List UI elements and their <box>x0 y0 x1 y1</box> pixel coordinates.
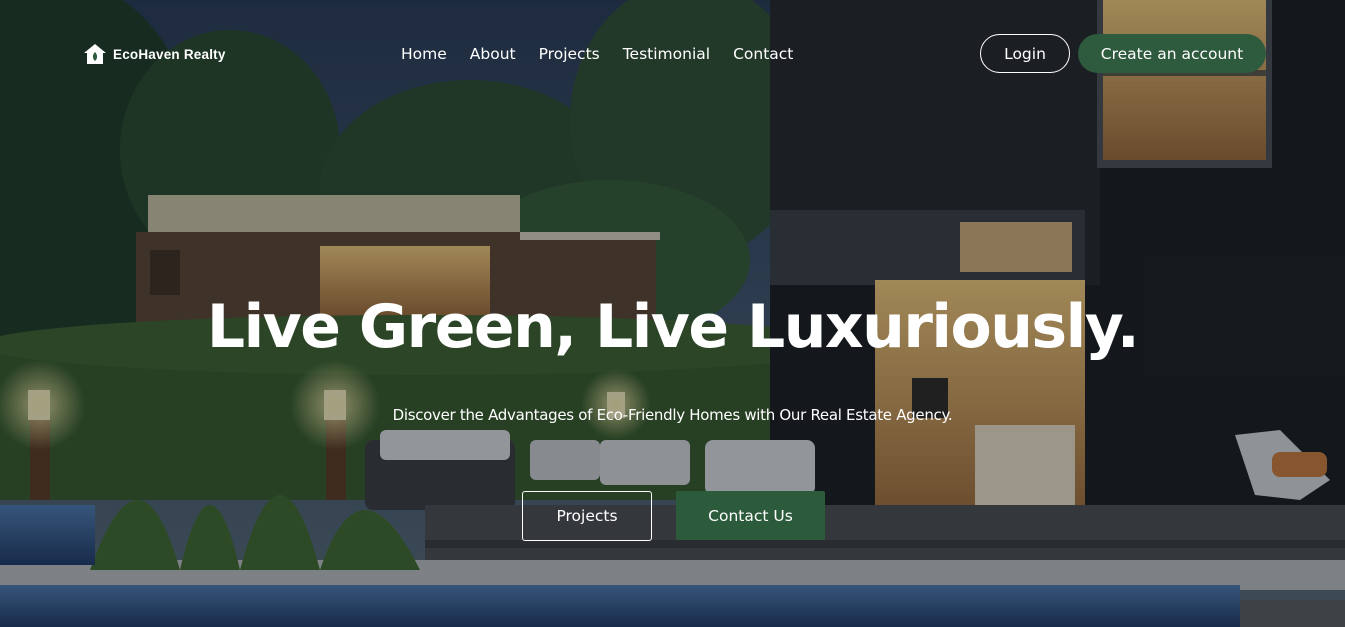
create-account-button[interactable]: Create an account <box>1078 34 1266 73</box>
login-button[interactable]: Login <box>980 34 1070 73</box>
nav-item-projects[interactable]: Projects <box>539 43 600 65</box>
nav-item-about[interactable]: About <box>470 43 516 65</box>
nav-item-contact[interactable]: Contact <box>733 43 793 65</box>
brand-logo[interactable]: EcoHaven Realty <box>83 43 226 65</box>
projects-button[interactable]: Projects <box>522 491 652 541</box>
hero-subheadline: Discover the Advantages of Eco-Friendly … <box>392 406 953 424</box>
hero-section: EcoHaven Realty Home About Projects Test… <box>0 0 1345 627</box>
house-icon <box>84 44 106 64</box>
hero-headline: Live Green, Live Luxuriously. <box>206 292 1140 362</box>
nav-item-testimonial[interactable]: Testimonial <box>623 43 710 65</box>
auth-actions: Login Create an account <box>980 34 1266 73</box>
hero-cta-group: Projects Contact Us <box>522 491 825 541</box>
main-nav: Home About Projects Testimonial Contact <box>401 43 816 65</box>
nav-item-home[interactable]: Home <box>401 43 447 65</box>
brand-name: EcoHaven Realty <box>113 46 226 62</box>
contact-us-button[interactable]: Contact Us <box>676 491 825 540</box>
